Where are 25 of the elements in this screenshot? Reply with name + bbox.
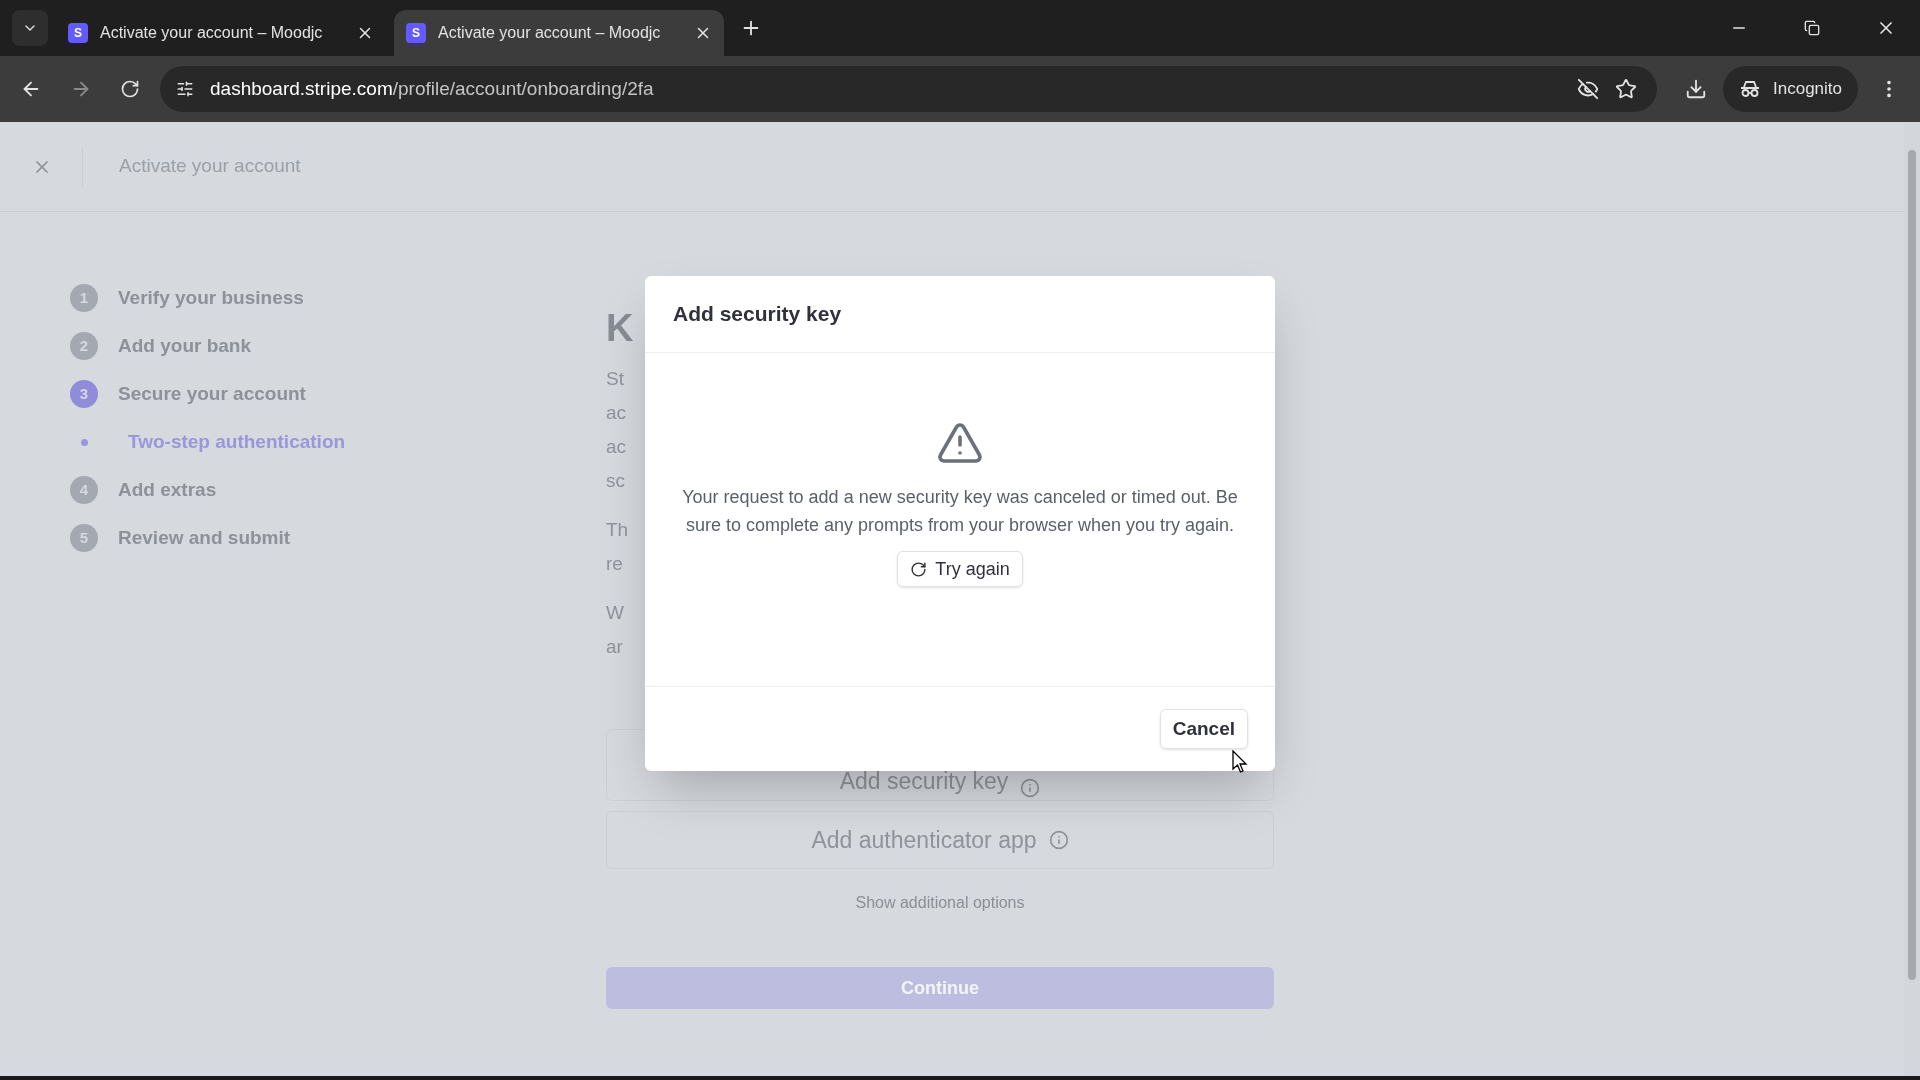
paragraph-text: sc — [606, 469, 625, 493]
paragraph-text: ar — [606, 635, 623, 659]
tab-title: Activate your account – Moodjc — [100, 23, 324, 43]
step-label: Review and submit — [118, 525, 291, 550]
error-message: Your request to add a new security key was canceled or timed out. Be sure to complete any prompts from your browser when you try again. — [681, 486, 1239, 537]
heading-text: K — [606, 306, 634, 351]
paragraph-text: W — [606, 601, 624, 625]
step-number: 3 — [70, 380, 98, 408]
profile-label: Incognito — [1773, 78, 1842, 101]
paragraph-text: ac — [606, 401, 627, 425]
tab-title: Activate your account – Moodjc — [438, 23, 662, 43]
step-label: Secure your account — [118, 381, 306, 406]
page-title: Activate your account — [119, 154, 301, 179]
substep-label: Two-step authentication — [128, 429, 346, 454]
paragraph-text: St — [606, 367, 624, 391]
dialog-title: Add security key — [673, 301, 842, 328]
stripe-logo-icon: S — [406, 23, 426, 43]
paragraph-text: re — [606, 552, 623, 576]
stripe-logo-icon: S — [68, 23, 88, 43]
step-label: Add your bank — [118, 333, 251, 358]
paragraph-text: ac — [606, 435, 627, 459]
step-label: Verify your business — [118, 285, 304, 310]
step-label: Add extras — [118, 477, 217, 502]
url-text: dashboard.stripe.com/profile/account/onboarding/2fa — [210, 76, 654, 101]
paragraph-text: Th — [606, 518, 629, 542]
